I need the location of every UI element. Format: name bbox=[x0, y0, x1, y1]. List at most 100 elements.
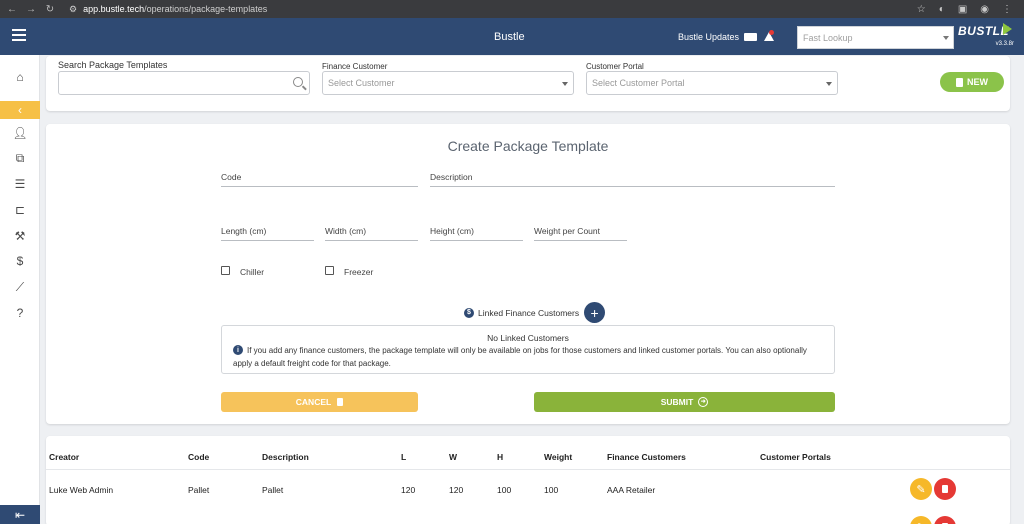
height-label: Height (cm) bbox=[430, 226, 474, 236]
submit-button-label: SUBMIT bbox=[660, 397, 694, 407]
finance-customer-select[interactable]: Select Customer bbox=[322, 71, 574, 95]
info-text: If you add any finance customers, the pa… bbox=[233, 346, 807, 368]
freezer-checkbox[interactable] bbox=[325, 266, 334, 275]
browser-toolbar: ← → ↻ ⚙ app.bustle.tech/operations/packa… bbox=[0, 0, 1024, 18]
width-label: Width (cm) bbox=[325, 226, 367, 236]
app-title: Bustle bbox=[494, 31, 525, 43]
home-icon[interactable]: ⌂ bbox=[0, 67, 40, 87]
length-field[interactable]: Length (cm) bbox=[221, 226, 314, 241]
length-label: Length (cm) bbox=[221, 226, 267, 236]
updates-label: Bustle Updates bbox=[678, 32, 740, 42]
dollar-icon[interactable]: $ bbox=[0, 251, 40, 271]
search-templates-label: Search Package Templates bbox=[58, 60, 168, 70]
sidebar: ⌂ ‹ 👤︎ ⧉ ☰ ⊏ ⚒ $ ⟋ ? ⇤ bbox=[0, 55, 40, 524]
pencil-icon: ✎ bbox=[916, 521, 925, 524]
linked-customers-label: Linked Finance Customers bbox=[478, 307, 580, 318]
submit-button[interactable]: SUBMIT ➜ bbox=[534, 392, 835, 412]
pencil-icon: ✎ bbox=[916, 483, 926, 496]
new-button[interactable]: NEW bbox=[940, 72, 1004, 92]
width-field[interactable]: Width (cm) bbox=[325, 226, 418, 241]
cell-creator: Luke Web Admin bbox=[49, 485, 114, 495]
url-host: app.bustle.tech bbox=[83, 4, 145, 14]
customer-portal-select[interactable]: Select Customer Portal bbox=[586, 71, 838, 95]
updates-link[interactable]: Bustle Updates bbox=[678, 32, 758, 42]
description-label: Description bbox=[430, 172, 473, 182]
column-header-weight[interactable]: Weight bbox=[544, 452, 572, 462]
search-panel: Search Package Templates Finance Custome… bbox=[46, 56, 1010, 111]
customer-portal-placeholder: Select Customer Portal bbox=[592, 78, 685, 88]
extensions-puzzle-icon[interactable]: ▣ bbox=[958, 4, 967, 15]
chart-line-icon[interactable]: ⟋ bbox=[0, 277, 40, 297]
document-icon bbox=[956, 77, 963, 87]
templates-table: Creator Code Description L W H Weight Fi… bbox=[46, 436, 1010, 524]
add-linked-customer-button[interactable]: + bbox=[584, 302, 606, 323]
fast-lookup-select[interactable]: Fast Lookup bbox=[797, 26, 954, 49]
height-field[interactable]: Height (cm) bbox=[430, 226, 523, 241]
search-icon[interactable] bbox=[293, 77, 303, 87]
cell-code: Pallet bbox=[188, 485, 210, 495]
customer-portal-label: Customer Portal bbox=[586, 62, 644, 71]
wrench-icon[interactable]: ⚒ bbox=[0, 226, 40, 246]
linked-customers-info: No Linked Customers i If you add any fin… bbox=[221, 325, 835, 374]
person-icon[interactable]: 👤︎ bbox=[0, 123, 40, 143]
site-info-icon[interactable]: ⚙ bbox=[69, 4, 77, 15]
chiller-label: Chiller bbox=[240, 267, 265, 277]
app-header: Bustle Bustle Updates Fast Lookup BUSTLE… bbox=[0, 18, 1024, 55]
column-header-width[interactable]: W bbox=[449, 452, 457, 462]
chevron-left-icon[interactable]: ‹ bbox=[0, 101, 40, 119]
cell-finance-customers: AAA Retailer bbox=[607, 485, 656, 495]
column-header-length[interactable]: L bbox=[401, 452, 406, 462]
cancel-button-label: CANCEL bbox=[295, 397, 332, 407]
column-header-height[interactable]: H bbox=[497, 452, 503, 462]
bookmark-star-icon[interactable]: ☆ bbox=[917, 4, 926, 15]
arrow-right-circle-icon: ➜ bbox=[698, 397, 709, 407]
header-divider bbox=[46, 469, 1010, 470]
edit-button[interactable]: ✎ bbox=[910, 516, 932, 524]
list-icon[interactable]: ☰ bbox=[0, 174, 40, 194]
back-icon[interactable]: ← bbox=[5, 4, 19, 15]
description-field[interactable]: Description bbox=[430, 172, 835, 187]
url-path: /operations/package-templates bbox=[144, 4, 268, 14]
extension-icon[interactable]: ◐ bbox=[939, 4, 945, 15]
delete-button[interactable] bbox=[934, 478, 956, 500]
profile-avatar-icon[interactable]: ◉ bbox=[980, 4, 989, 15]
column-header-description[interactable]: Description bbox=[262, 452, 309, 462]
boxes-icon[interactable]: ⧉ bbox=[0, 148, 40, 168]
code-field[interactable]: Code bbox=[221, 172, 418, 187]
cell-weight: 100 bbox=[544, 485, 559, 495]
caret-down-icon bbox=[562, 82, 568, 86]
create-template-form: Create Package Template Code Description… bbox=[46, 124, 1010, 424]
question-icon[interactable]: ? bbox=[0, 303, 40, 323]
freezer-label: Freezer bbox=[344, 267, 374, 277]
chiller-checkbox[interactable] bbox=[221, 266, 230, 275]
delete-button[interactable] bbox=[934, 516, 956, 524]
fast-lookup-placeholder: Fast Lookup bbox=[803, 33, 853, 43]
caret-down-icon bbox=[943, 36, 949, 40]
forward-icon[interactable]: → bbox=[24, 4, 38, 15]
alert-dot bbox=[769, 30, 774, 35]
cancel-button[interactable]: CANCEL bbox=[221, 392, 418, 412]
version-label: v3.3.8r bbox=[995, 41, 1014, 47]
search-templates-input[interactable] bbox=[58, 71, 310, 95]
column-header-code[interactable]: Code bbox=[188, 452, 209, 462]
edit-button[interactable]: ✎ bbox=[910, 478, 932, 500]
info-title: No Linked Customers bbox=[487, 333, 569, 343]
weight-label: Weight per Count bbox=[534, 226, 600, 236]
column-header-finance-customers[interactable]: Finance Customers bbox=[607, 452, 686, 462]
truck-icon bbox=[744, 33, 758, 41]
reload-icon[interactable]: ↻ bbox=[43, 4, 57, 15]
address-bar[interactable]: ⚙ app.bustle.tech/operations/package-tem… bbox=[69, 2, 267, 16]
cell-length: 120 bbox=[401, 485, 416, 495]
column-header-creator[interactable]: Creator bbox=[49, 452, 79, 462]
browser-menu-icon[interactable]: ⋮ bbox=[1002, 4, 1012, 15]
bustle-logo: BUSTLE v3.3.8r bbox=[958, 23, 1016, 50]
column-header-customer-portals[interactable]: Customer Portals bbox=[760, 452, 831, 462]
bed-icon[interactable]: ⊏ bbox=[0, 200, 40, 220]
logo-triangle-icon bbox=[1003, 23, 1012, 35]
logout-icon[interactable]: ⇤ bbox=[0, 505, 40, 524]
cell-width: 120 bbox=[449, 485, 464, 495]
finance-customer-label: Finance Customer bbox=[322, 62, 388, 71]
finance-customer-placeholder: Select Customer bbox=[328, 78, 395, 88]
hamburger-icon[interactable] bbox=[12, 29, 26, 41]
weight-field[interactable]: Weight per Count bbox=[534, 226, 627, 241]
